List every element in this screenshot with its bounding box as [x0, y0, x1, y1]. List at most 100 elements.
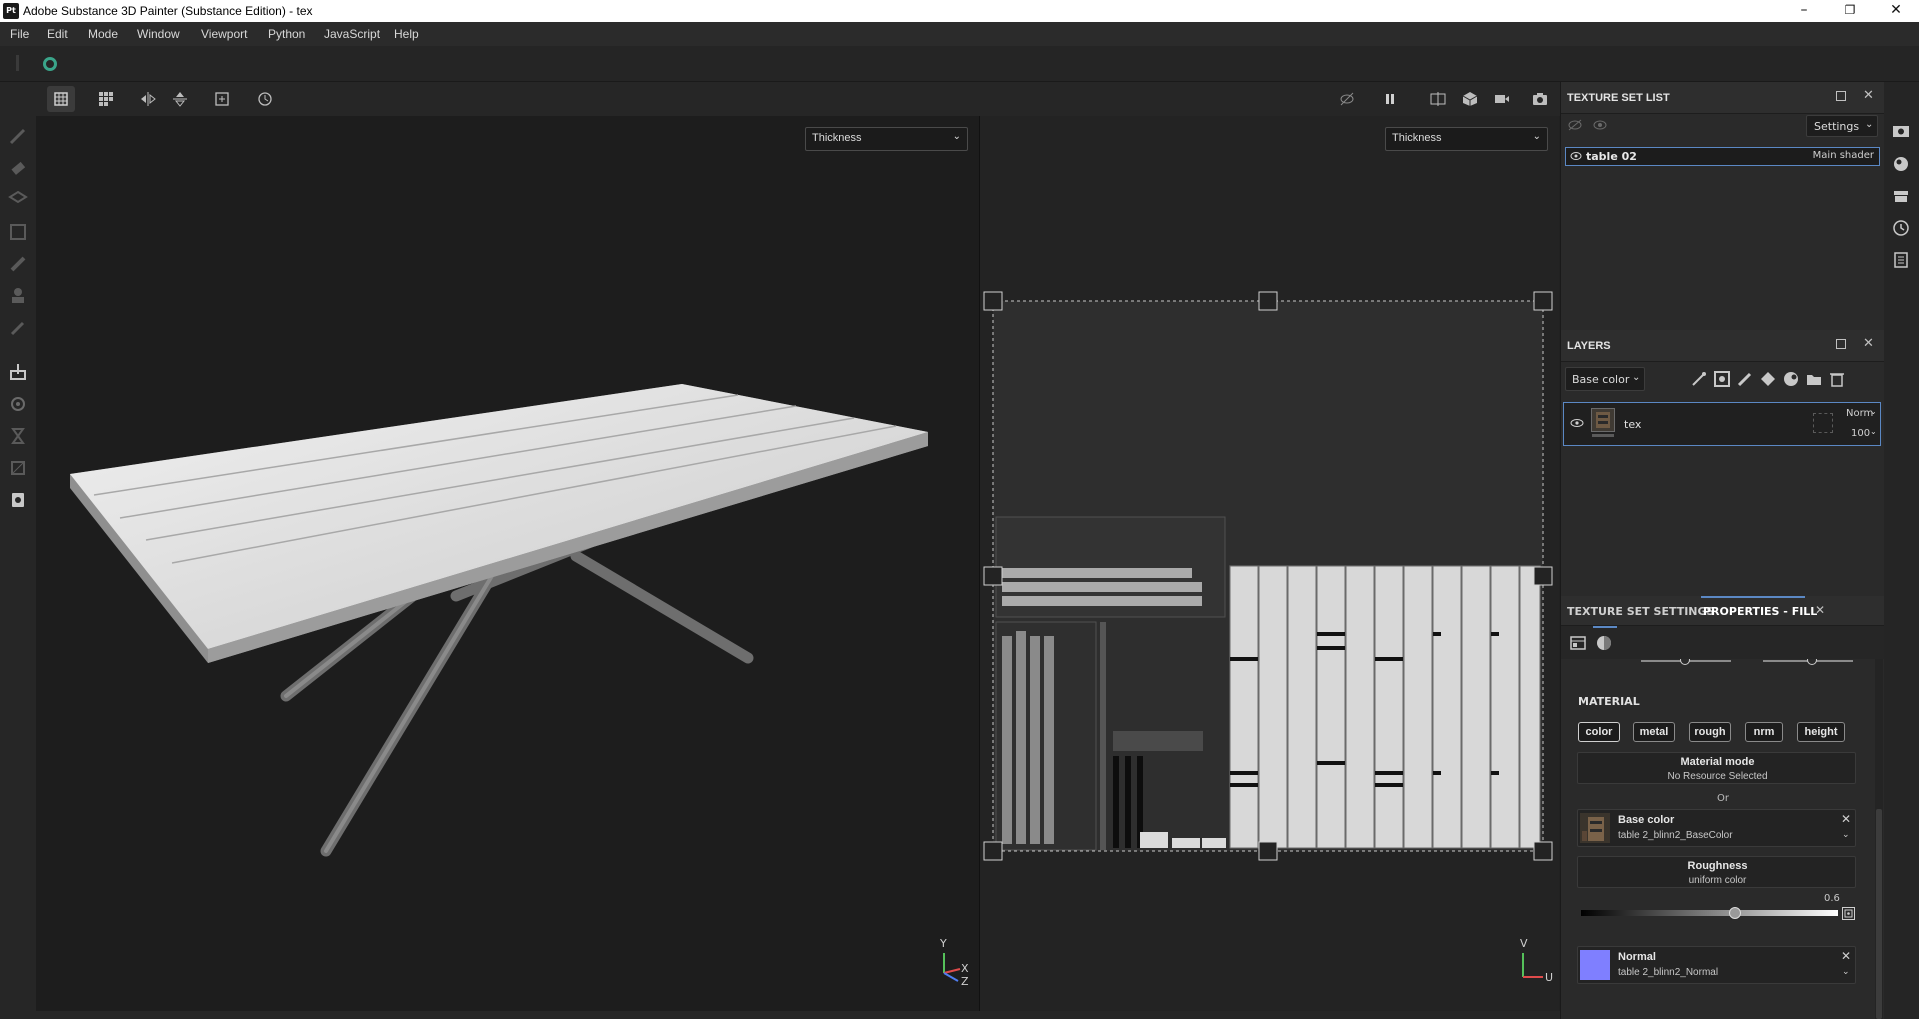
grid-view-icon[interactable]: [92, 86, 120, 112]
close-icon[interactable]: ✕: [1863, 88, 1874, 103]
table-model[interactable]: [36, 116, 979, 1011]
menu-bar: File Edit Mode Window Viewport Python Ja…: [0, 22, 1919, 46]
close-icon[interactable]: ✕: [1841, 949, 1851, 963]
show-all-icon[interactable]: [1592, 119, 1608, 131]
log-icon[interactable]: [1892, 251, 1910, 269]
pause-icon[interactable]: [1376, 86, 1404, 112]
channel-height-button[interactable]: height: [1797, 722, 1845, 742]
menu-window[interactable]: Window: [137, 27, 180, 41]
maximize-button[interactable]: ❐: [1827, 0, 1873, 22]
projection-icon[interactable]: [6, 188, 30, 212]
delete-layer-icon[interactable]: [1828, 370, 1846, 388]
fill-layer-icon[interactable]: [1569, 634, 1587, 652]
layer-visibility-icon[interactable]: [1570, 418, 1584, 428]
add-fill-layer-icon[interactable]: [1759, 370, 1777, 388]
menu-python[interactable]: Python: [268, 27, 305, 41]
visibility-eye-icon[interactable]: [1570, 151, 1582, 161]
menu-help[interactable]: Help: [394, 27, 419, 41]
shader-settings-icon[interactable]: [1892, 155, 1910, 173]
channel-dropdown[interactable]: Base color ⌄: [1565, 367, 1645, 391]
close-icon[interactable]: ✕: [1863, 336, 1874, 351]
display-settings-icon[interactable]: [1892, 123, 1910, 141]
hide-icon[interactable]: [1333, 86, 1361, 112]
undock-icon[interactable]: [1836, 91, 1846, 101]
layer-name[interactable]: tex: [1624, 418, 1641, 431]
add-smart-material-icon[interactable]: [1782, 370, 1800, 388]
export-icon[interactable]: [6, 488, 30, 512]
shelf-icon[interactable]: [1892, 187, 1910, 205]
bake-icon[interactable]: [6, 360, 30, 384]
add-paint-layer-icon[interactable]: [1736, 370, 1754, 388]
smudge-icon[interactable]: [6, 252, 30, 276]
close-icon[interactable]: ✕: [1841, 812, 1851, 826]
menu-file[interactable]: File: [10, 27, 29, 41]
hide-all-icon[interactable]: [1567, 119, 1583, 131]
menu-edit[interactable]: Edit: [47, 27, 68, 41]
viewport-3d[interactable]: Thickness ⌄ Y X Z: [36, 116, 979, 1011]
roughness-slot[interactable]: Roughness uniform color: [1577, 856, 1856, 888]
roughness-slider-handle[interactable]: [1729, 907, 1742, 919]
history-icon[interactable]: [1892, 219, 1910, 237]
uv-layout[interactable]: [980, 116, 1559, 1011]
polyfill-icon[interactable]: [6, 220, 30, 244]
mirror-y-icon[interactable]: [166, 86, 194, 112]
eraser-icon[interactable]: [6, 156, 30, 180]
add-folder-icon[interactable]: [1805, 370, 1823, 388]
material-mode-slot[interactable]: Material mode No Resource Selected: [1577, 752, 1856, 784]
base-color-value: table 2_blinn2_BaseColor: [1618, 830, 1733, 841]
layer-mask-slot[interactable]: [1813, 413, 1833, 433]
picker-icon[interactable]: [6, 316, 30, 340]
channel-nrm-button[interactable]: nrm: [1745, 722, 1783, 742]
history-icon[interactable]: [251, 86, 279, 112]
settings-dropdown[interactable]: Settings ⌄: [1806, 115, 1878, 137]
tab-texture-set-settings[interactable]: TEXTURE SET SETTINGS: [1567, 605, 1714, 618]
channel-buttons: color metal rough nrm height: [1578, 722, 1858, 742]
chevron-down-icon[interactable]: ⌄: [1842, 830, 1850, 840]
material-icon[interactable]: [1595, 634, 1613, 652]
base-color-slot[interactable]: Base color table 2_blinn2_BaseColor ✕ ⌄: [1577, 809, 1856, 847]
minimize-button[interactable]: –: [1781, 0, 1827, 22]
tab-properties-fill[interactable]: PROPERTIES - FILL: [1703, 605, 1817, 618]
timer-icon[interactable]: [6, 424, 30, 448]
close-button[interactable]: ✕: [1873, 0, 1919, 22]
texture-set-shader[interactable]: Main shader: [1813, 150, 1874, 161]
sync-status-icon[interactable]: [43, 57, 57, 71]
channel-rough-button[interactable]: rough: [1689, 722, 1731, 742]
base-color-label: Base color: [1618, 814, 1675, 826]
roughness-slider-track[interactable]: [1581, 910, 1838, 916]
tool-strip: [0, 116, 36, 1019]
split-view-icon[interactable]: [1424, 86, 1452, 112]
channel-metal-button[interactable]: metal: [1633, 722, 1675, 742]
layer-opacity[interactable]: 100: [1851, 428, 1870, 439]
uv-slider-handle[interactable]: [1680, 659, 1690, 665]
camera-icon[interactable]: [1488, 86, 1516, 112]
geometry-icon[interactable]: [6, 456, 30, 480]
close-icon[interactable]: ✕: [1815, 603, 1825, 617]
fit-view-icon[interactable]: [208, 86, 236, 112]
screenshot-icon[interactable]: [1526, 86, 1554, 112]
properties-scrollbar-thumb[interactable]: [1876, 809, 1882, 1019]
add-mask-icon[interactable]: [1713, 370, 1731, 388]
clone-icon[interactable]: [6, 284, 30, 308]
paint-icon[interactable]: [6, 124, 30, 148]
mirror-x-icon[interactable]: [134, 86, 162, 112]
random-seed-icon[interactable]: [1842, 907, 1855, 920]
axis-u-label: U: [1545, 971, 1554, 984]
menu-mode[interactable]: Mode: [88, 27, 118, 41]
undock-icon[interactable]: [1836, 339, 1846, 349]
channel-color-button[interactable]: color: [1578, 722, 1620, 742]
object-icon[interactable]: [1456, 86, 1484, 112]
viewport-2d[interactable]: Thickness ⌄ V U: [980, 116, 1559, 1011]
normal-slot[interactable]: Normal table 2_blinn2_Normal ✕ ⌄: [1577, 946, 1856, 984]
texture-set-row[interactable]: table 02 Main shader: [1565, 147, 1880, 166]
menu-javascript[interactable]: JavaScript: [324, 27, 380, 41]
chevron-down-icon[interactable]: ⌄: [1842, 967, 1850, 977]
layer-row[interactable]: tex Norm ⌄ 100 ⌄: [1563, 402, 1881, 446]
axis-v-label: V: [1520, 937, 1528, 950]
settings-icon[interactable]: [6, 392, 30, 416]
single-view-icon[interactable]: [47, 86, 75, 112]
viewport-divider[interactable]: [979, 116, 980, 1011]
uv-slider-handle[interactable]: [1807, 659, 1817, 665]
add-effect-icon[interactable]: [1690, 370, 1708, 388]
menu-viewport[interactable]: Viewport: [201, 27, 247, 41]
